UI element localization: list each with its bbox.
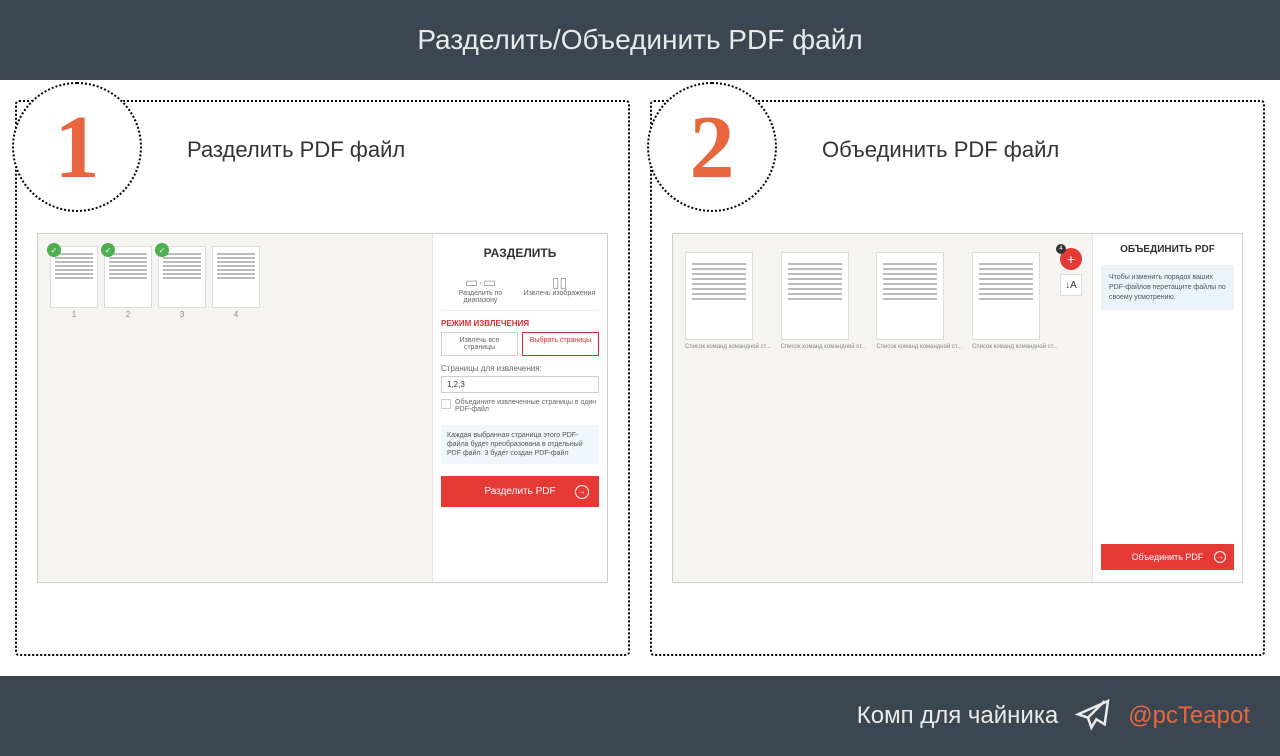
fab-group: + 4 ↓A: [1060, 248, 1082, 296]
panel-title-split: Разделить PDF файл: [187, 137, 608, 163]
page-thumb[interactable]: ✓: [50, 246, 98, 308]
sort-icon: ↓A: [1065, 280, 1077, 291]
file-count-badge: 4: [1056, 244, 1066, 254]
checkbox-label: Объедините извлеченные страницы в один P…: [455, 399, 599, 413]
file-thumb-wrap[interactable]: Список команд командной ст...: [685, 252, 771, 350]
tab-extract-all[interactable]: Извлечь все страницы: [441, 332, 518, 356]
file-label: Список команд командной ст...: [972, 344, 1058, 350]
header: Разделить/Объединить PDF файл: [0, 0, 1280, 80]
file-thumb: [876, 252, 944, 340]
telegram-icon: [1073, 696, 1113, 736]
merge-sidebar-title: ОБЪЕДИНИТЬ PDF: [1101, 244, 1234, 255]
footer: Комп для чайника @pcTeapot: [0, 676, 1280, 756]
info-box: Каждая выбранная страница этого PDF-файл…: [441, 425, 599, 464]
merge-checkbox-row[interactable]: Объедините извлеченные страницы в один P…: [441, 399, 599, 413]
thumb-wrap: 4: [212, 246, 260, 319]
step-number: 1: [55, 96, 100, 199]
check-icon: ✓: [47, 243, 61, 257]
page-title: Разделить/Объединить PDF файл: [417, 24, 862, 56]
mode-extract[interactable]: ▯▯Извлечь изображения: [520, 274, 599, 304]
thumb-wrap: ✓ 1: [50, 246, 98, 319]
checkbox-icon: [441, 399, 451, 409]
sidebar-title: РАЗДЕЛИТЬ: [441, 242, 599, 268]
panel-merge: 2 Объединить PDF файл Список команд кома…: [650, 100, 1265, 656]
arrow-icon: →: [1214, 551, 1226, 563]
thumb-wrap: ✓ 2: [104, 246, 152, 319]
check-icon: ✓: [155, 243, 169, 257]
thumb-label: 4: [212, 310, 260, 319]
add-file-button[interactable]: + 4: [1060, 248, 1082, 270]
file-thumb: [685, 252, 753, 340]
split-pdf-button[interactable]: Разделить PDF →: [441, 476, 599, 507]
thumb-label: 3: [158, 310, 206, 319]
file-thumb: [781, 252, 849, 340]
footer-text: Комп для чайника: [857, 702, 1058, 730]
thumb-wrap: ✓ 3: [158, 246, 206, 319]
file-thumb-wrap[interactable]: Список команд командной ст...: [972, 252, 1058, 350]
arrow-icon: →: [575, 485, 589, 499]
page-thumb[interactable]: [212, 246, 260, 308]
tab-row: Извлечь все страницы Выбрать страницы: [441, 332, 599, 356]
file-label: Список команд командной ст...: [876, 344, 962, 350]
page-thumb[interactable]: ✓: [158, 246, 206, 308]
content-area: 1 Разделить PDF файл ✓ 1 ✓ 2 ✓ 3 4: [0, 80, 1280, 676]
merge-pdf-button[interactable]: Объединить PDF →: [1101, 544, 1234, 570]
step-number-circle: 1: [12, 82, 142, 212]
extraction-mode-label: РЕЖИМ ИЗВЛЕЧЕНИЯ: [441, 319, 599, 328]
pages-field-label: Страницы для извлечения:: [441, 364, 599, 373]
range-icon: ▭·▭: [441, 274, 520, 290]
pages-input[interactable]: 1,2,3: [441, 376, 599, 393]
file-label: Список команд командной ст...: [685, 344, 771, 350]
thumb-label: 2: [104, 310, 152, 319]
page-thumb[interactable]: ✓: [104, 246, 152, 308]
merge-sidebar: ОБЪЕДИНИТЬ PDF Чтобы изменить порядок ва…: [1092, 234, 1242, 582]
panel-split: 1 Разделить PDF файл ✓ 1 ✓ 2 ✓ 3 4: [15, 100, 630, 656]
thumb-label: 1: [50, 310, 98, 319]
tab-select-pages[interactable]: Выбрать страницы: [522, 332, 599, 356]
screenshot-split: ✓ 1 ✓ 2 ✓ 3 4 РАЗДЕЛИТЬ: [37, 233, 608, 583]
file-thumb: [972, 252, 1040, 340]
merge-info-box: Чтобы изменить порядок ваших PDF-файлов …: [1101, 265, 1234, 310]
file-thumb-wrap[interactable]: Список команд командной ст...: [781, 252, 867, 350]
split-sidebar: РАЗДЕЛИТЬ ▭·▭Разделить по диапазону ▯▯Из…: [432, 234, 607, 582]
extract-icon: ▯▯: [520, 274, 599, 290]
file-label: Список команд командной ст...: [781, 344, 867, 350]
check-icon: ✓: [101, 243, 115, 257]
telegram-handle[interactable]: @pcTeapot: [1128, 702, 1250, 730]
screenshot-merge: Список команд командной ст... Список ком…: [672, 233, 1243, 583]
step-number: 2: [690, 96, 735, 199]
step-number-circle: 2: [647, 82, 777, 212]
mode-selector: ▭·▭Разделить по диапазону ▯▯Извлечь изоб…: [441, 268, 599, 311]
panel-title-merge: Объединить PDF файл: [822, 137, 1243, 163]
file-thumb-wrap[interactable]: Список команд командной ст...: [876, 252, 962, 350]
sort-button[interactable]: ↓A: [1060, 274, 1082, 296]
mode-range[interactable]: ▭·▭Разделить по диапазону: [441, 274, 520, 304]
